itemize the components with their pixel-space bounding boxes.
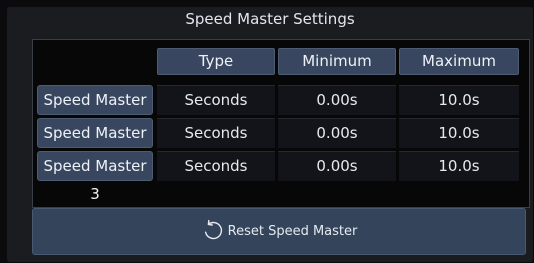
column-header-maximum: Maximum [399,48,519,75]
row-label-speed-master-2[interactable]: Speed Master 2 [37,118,153,170]
cell-type[interactable]: Seconds [157,85,275,115]
column-header-minimum: Minimum [278,48,396,75]
column-header-type: Type [157,48,275,75]
reset-button-label: Reset Speed Master [227,224,358,239]
window-title: Speed Master Settings [185,10,355,28]
cell-minimum[interactable]: 0.00s [278,118,396,148]
row-label-speed-master-3[interactable]: Speed Master 3 [37,151,153,203]
reset-icon [201,218,228,246]
settings-panel: Speed Master Settings Type Minimum Maxim… [7,7,533,262]
speed-master-table: Type Minimum Maximum Speed Master 1 Seco… [32,39,530,208]
cell-maximum[interactable]: 10.0s [399,151,519,181]
cell-type[interactable]: Seconds [157,151,275,181]
cell-maximum[interactable]: 10.0s [399,118,519,148]
reset-speed-master-button[interactable]: Reset Speed Master [32,208,526,255]
row-label-speed-master-1[interactable]: Speed Master 1 [37,85,153,137]
cell-minimum[interactable]: 0.00s [278,151,396,181]
cell-maximum[interactable]: 10.0s [399,85,519,115]
cell-minimum[interactable]: 0.00s [278,85,396,115]
cell-type[interactable]: Seconds [157,118,275,148]
